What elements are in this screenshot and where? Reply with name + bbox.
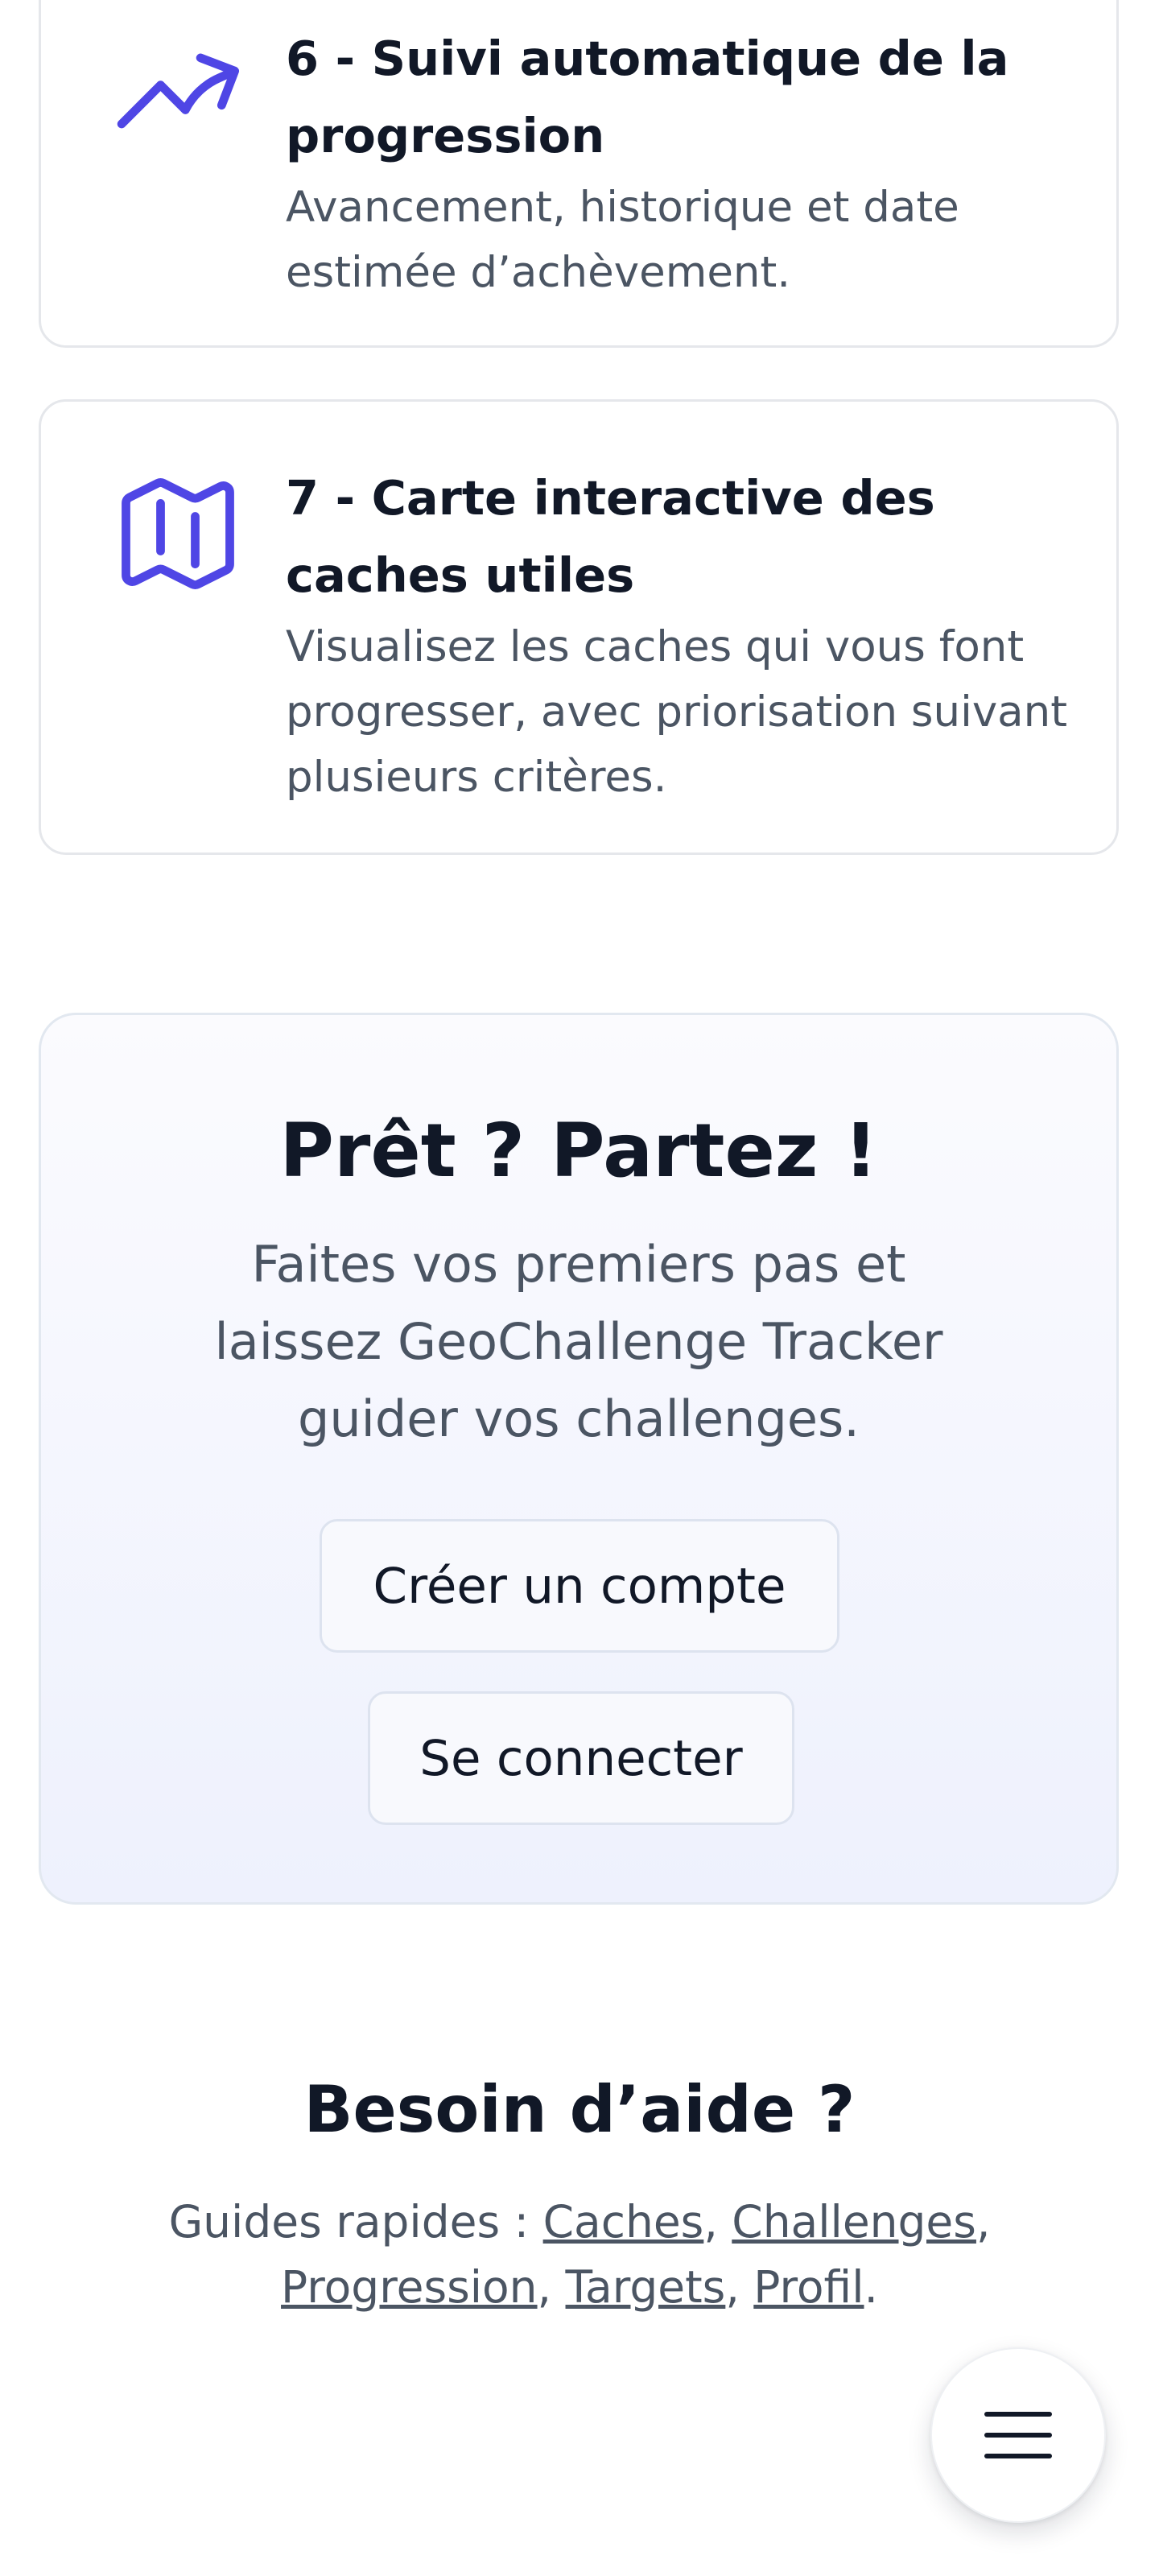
link-separator: , xyxy=(725,2261,754,2313)
guide-link-caches[interactable]: Caches xyxy=(543,2196,704,2248)
quick-guides-text: Guides rapides : Caches, Challenges, Pro… xyxy=(32,2190,1127,2320)
guide-link-targets[interactable]: Targets xyxy=(566,2261,726,2313)
link-separator: , xyxy=(975,2196,991,2248)
hamburger-menu-icon xyxy=(984,2412,1052,2458)
guide-link-progression[interactable]: Progression xyxy=(281,2261,538,2313)
cta-panel: Prêt ? Partez ! Faites vos premiers pas … xyxy=(39,1013,1119,1905)
feature-description: Avancement, historique et date estimée d… xyxy=(286,183,959,297)
link-end: . xyxy=(864,2261,878,2313)
guide-link-profil[interactable]: Profil xyxy=(753,2261,864,2313)
link-separator: , xyxy=(703,2196,732,2248)
feature-title: 6 - Suivi automatique de la progression xyxy=(286,31,1009,163)
menu-button[interactable] xyxy=(930,2347,1106,2523)
trending-up-icon xyxy=(117,53,240,129)
guide-link-challenges[interactable]: Challenges xyxy=(732,2196,976,2248)
feature-text: 6 - Suivi automatique de la progression … xyxy=(286,20,1074,305)
create-account-button[interactable]: Créer un compte xyxy=(320,1519,839,1653)
feature-title: 7 - Carte interactive des caches utiles xyxy=(286,470,935,603)
map-icon xyxy=(122,478,234,589)
cta-title: Prêt ? Partez ! xyxy=(279,1108,878,1194)
login-button[interactable]: Se connecter xyxy=(368,1691,794,1825)
cta-subtitle: Faites vos premiers pas et laissez GeoCh… xyxy=(214,1235,943,1448)
feature-description: Visualisez les caches qui vous font prog… xyxy=(286,622,1068,802)
feature-card-map: 7 - Carte interactive des caches utiles … xyxy=(39,399,1119,855)
feature-text: 7 - Carte interactive des caches utiles … xyxy=(286,460,1074,810)
help-title: Besoin d’aide ? xyxy=(303,2072,856,2147)
feature-card-progression: 6 - Suivi automatique de la progression … xyxy=(39,0,1119,348)
quick-guides-label: Guides rapides : xyxy=(168,2196,543,2248)
link-separator: , xyxy=(537,2261,566,2313)
